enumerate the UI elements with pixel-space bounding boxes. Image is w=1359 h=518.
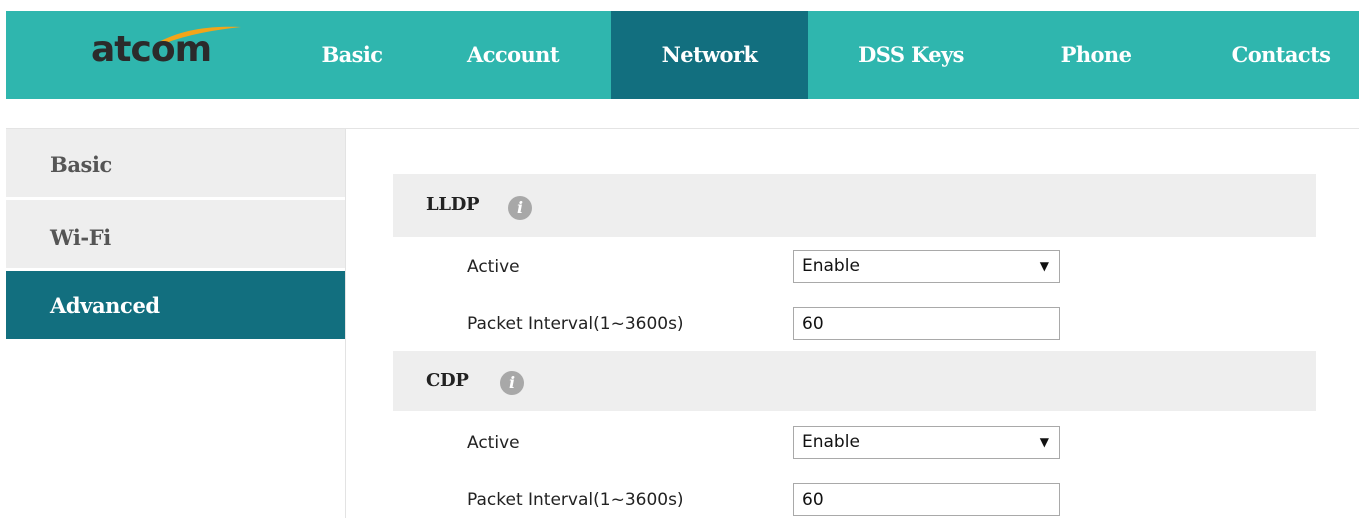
lldp-active-label: Active [467,257,520,277]
tab-network[interactable]: Network [611,11,808,99]
cdp-section-header: CDP i [393,351,1316,411]
sidebar-item-wifi[interactable]: Wi-Fi [6,200,345,268]
cdp-interval-input[interactable] [793,483,1060,516]
dropdown-arrow-icon: ▼ [1039,259,1049,273]
top-nav-bar: atcom Basic Account Network DSS Keys Pho… [6,11,1359,99]
lldp-active-value: Enable [802,256,860,276]
sidebar: Basic Wi-Fi Advanced [6,129,346,518]
lldp-section-title: LLDP [426,194,480,215]
tab-phone[interactable]: Phone [1036,11,1156,99]
tab-contacts[interactable]: Contacts [1206,11,1356,99]
lldp-interval-label: Packet Interval(1~3600s) [467,314,684,334]
lldp-active-select[interactable]: Enable ▼ [793,250,1060,283]
cdp-info-icon[interactable]: i [500,371,524,395]
dropdown-arrow-icon: ▼ [1039,435,1049,449]
cdp-active-select[interactable]: Enable ▼ [793,426,1060,459]
cdp-interval-label: Packet Interval(1~3600s) [467,490,684,510]
cdp-section-title: CDP [426,370,469,391]
tab-account[interactable]: Account [444,11,582,99]
cdp-active-value: Enable [802,432,860,452]
lldp-info-icon[interactable]: i [508,196,532,220]
lldp-interval-input[interactable] [793,307,1060,340]
atcom-logo[interactable]: atcom [91,24,251,74]
lldp-section-header: LLDP i [393,174,1316,237]
sidebar-item-advanced[interactable]: Advanced [6,271,345,339]
sidebar-item-basic[interactable]: Basic [6,129,345,197]
tab-basic[interactable]: Basic [296,11,408,99]
tab-dss-keys[interactable]: DSS Keys [826,11,996,99]
logo-text: atcom [91,29,212,70]
cdp-active-label: Active [467,433,520,453]
